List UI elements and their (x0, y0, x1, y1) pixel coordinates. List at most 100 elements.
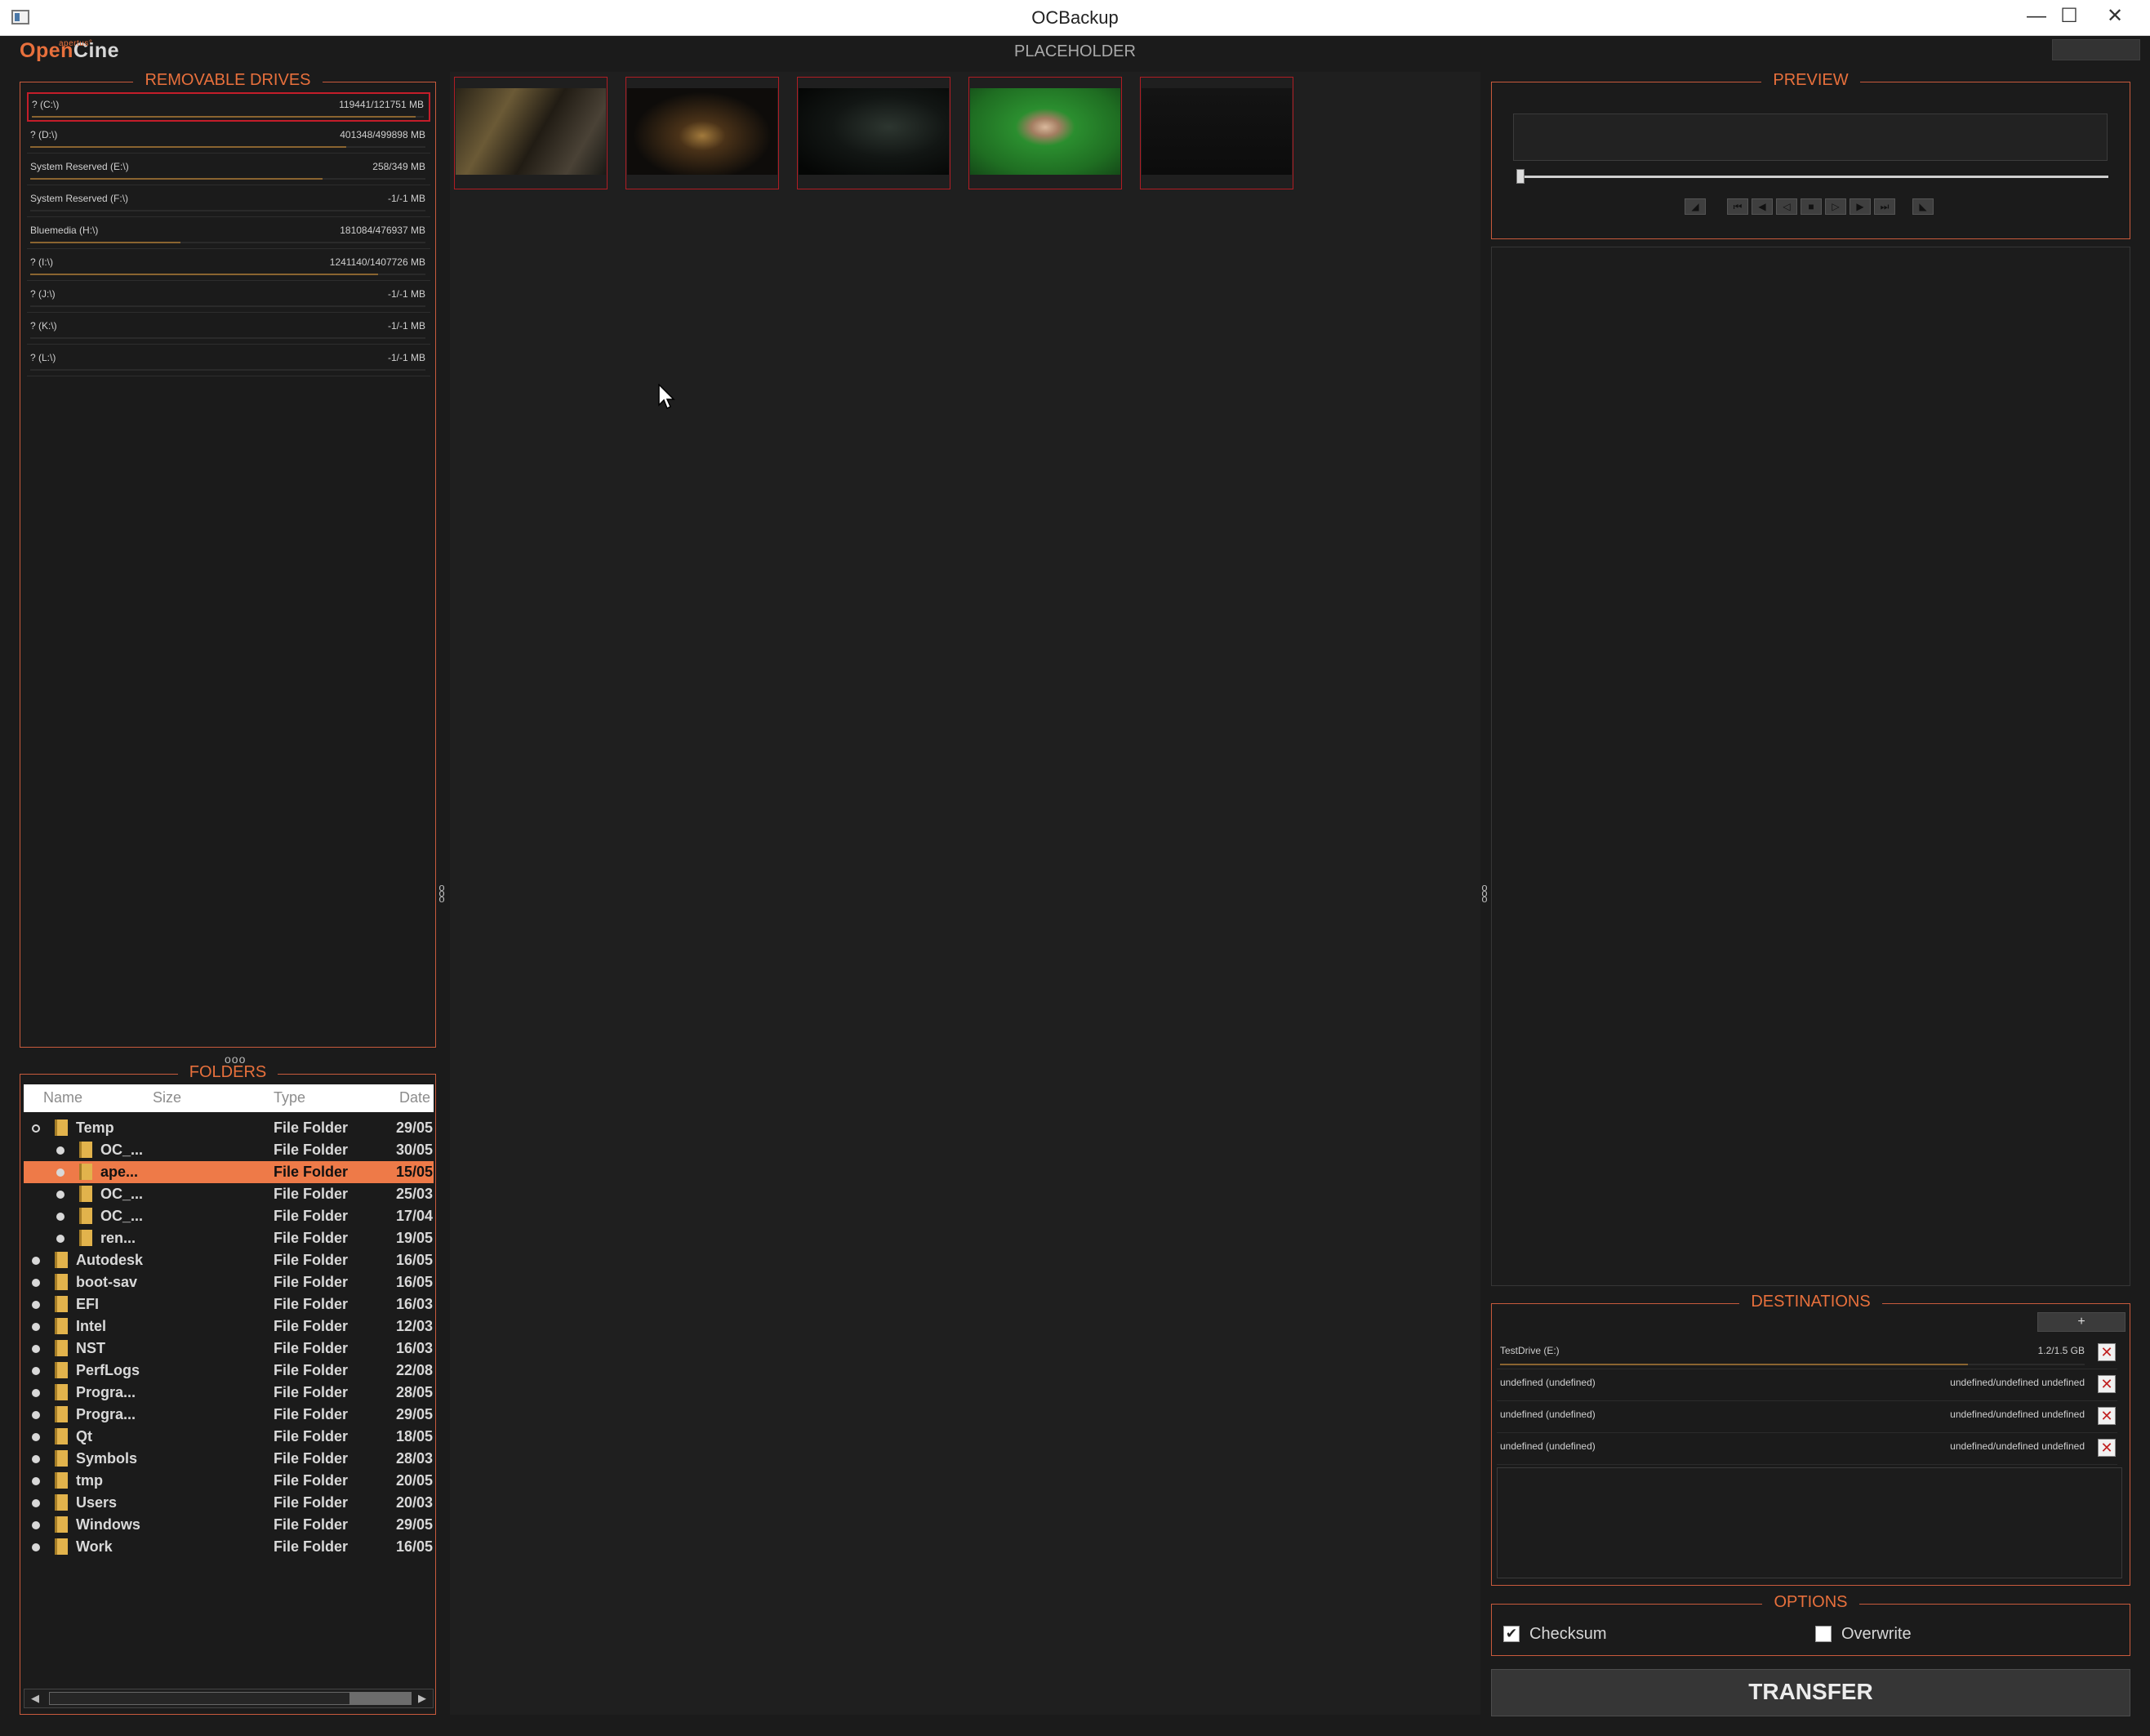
left-splitter-handle[interactable]: ooo (437, 882, 447, 904)
tree-toggle-icon[interactable] (56, 1146, 65, 1155)
folder-row[interactable]: Intel File Folder 12/03 (24, 1315, 434, 1338)
tree-toggle-icon[interactable] (32, 1301, 40, 1309)
scroll-track[interactable] (49, 1692, 372, 1705)
tree-toggle-icon[interactable] (32, 1543, 40, 1551)
drive-item[interactable]: ? (I:\) 1241140/1407726 MB (27, 251, 430, 281)
folder-date: 30/05 (396, 1142, 434, 1158)
drive-size: 258/349 MB (372, 161, 425, 172)
tree-toggle-icon[interactable] (32, 1389, 40, 1397)
tree-toggle-icon[interactable] (32, 1411, 40, 1419)
drive-item[interactable]: ? (J:\) -1/-1 MB (27, 283, 430, 313)
folder-icon (55, 1119, 68, 1136)
folder-row[interactable]: ren... File Folder 19/05 (24, 1227, 434, 1249)
tree-toggle-icon[interactable] (32, 1367, 40, 1375)
remove-destination-icon[interactable]: ✕ (2098, 1407, 2116, 1425)
drive-item[interactable]: ? (K:\) -1/-1 MB (27, 315, 430, 345)
right-splitter-handle[interactable]: ooo (1480, 882, 1489, 904)
seek-handle[interactable] (1516, 169, 1525, 184)
folder-row[interactable]: Temp File Folder 29/05 (24, 1117, 434, 1139)
tree-toggle-icon[interactable] (32, 1257, 40, 1265)
folder-date: 29/05 (396, 1119, 434, 1136)
tree-toggle-icon[interactable] (32, 1279, 40, 1287)
step-forward-icon[interactable]: ▶ (1850, 198, 1871, 215)
destination-item[interactable]: undefined (undefined) undefined/undefined… (1497, 1404, 2117, 1433)
tree-toggle-icon[interactable] (32, 1345, 40, 1353)
column-size[interactable]: Size (153, 1089, 181, 1106)
skip-end-icon[interactable]: ⏭ (1874, 198, 1895, 215)
stop-icon[interactable]: ■ (1801, 198, 1822, 215)
scroll-thumb[interactable] (349, 1692, 412, 1705)
folder-row[interactable]: Progra... File Folder 29/05 (24, 1404, 434, 1426)
folder-row[interactable]: Qt File Folder 18/05 (24, 1426, 434, 1448)
destination-size: undefined/undefined undefined (1950, 1440, 2085, 1452)
folder-row[interactable]: Autodesk File Folder 16/05 (24, 1249, 434, 1271)
remove-destination-icon[interactable]: ✕ (2098, 1375, 2116, 1393)
folder-row[interactable]: EFI File Folder 16/03 (24, 1293, 434, 1315)
drive-item[interactable]: ? (C:\) 119441/121751 MB (27, 92, 430, 122)
drive-item[interactable]: ? (L:\) -1/-1 MB (27, 347, 430, 376)
destination-item[interactable]: undefined (undefined) undefined/undefined… (1497, 1372, 2117, 1401)
clip-thumbnail[interactable] (968, 77, 1122, 189)
folder-row[interactable]: Progra... File Folder 28/05 (24, 1382, 434, 1404)
play-reverse-icon[interactable]: ◁ (1776, 198, 1797, 215)
folder-row[interactable]: Users File Folder 20/03 (24, 1492, 434, 1514)
tree-toggle-icon[interactable] (32, 1433, 40, 1441)
folder-row[interactable]: OC_... File Folder 30/05 (24, 1139, 434, 1161)
tree-toggle-icon[interactable] (56, 1168, 65, 1177)
folder-row[interactable]: Symbols File Folder 28/03 (24, 1448, 434, 1470)
destination-item[interactable]: TestDrive (E:) 1.2/1.5 GB ✕ (1497, 1340, 2117, 1369)
checksum-checkbox[interactable]: ✔ (1503, 1626, 1520, 1642)
add-destination-button[interactable]: + (2037, 1312, 2126, 1332)
skip-start-icon[interactable]: ⏮ (1727, 198, 1748, 215)
preview-seek-bar[interactable] (1516, 176, 2108, 178)
drive-item[interactable]: System Reserved (F:\) -1/-1 MB (27, 188, 430, 217)
tree-toggle-icon[interactable] (32, 1323, 40, 1331)
folder-row[interactable]: Windows File Folder 29/05 (24, 1514, 434, 1536)
tree-toggle-icon[interactable] (56, 1235, 65, 1243)
clip-thumbnail[interactable] (1140, 77, 1293, 189)
tree-toggle-icon[interactable] (56, 1191, 65, 1199)
folder-row[interactable]: tmp File Folder 20/05 (24, 1470, 434, 1492)
drive-item[interactable]: Bluemedia (H:\) 181084/476937 MB (27, 220, 430, 249)
maximize-button[interactable]: ☐ (2051, 0, 2087, 33)
clip-thumbnail[interactable] (454, 77, 608, 189)
folder-row[interactable]: OC_... File Folder 17/04 (24, 1205, 434, 1227)
folder-row[interactable]: Work File Folder 16/05 (24, 1536, 434, 1558)
folder-row[interactable]: ape... File Folder 15/05 (24, 1161, 434, 1183)
transfer-button[interactable]: TRANSFER (1491, 1669, 2130, 1716)
clip-thumbnail[interactable] (797, 77, 950, 189)
tree-toggle-icon[interactable] (32, 1124, 40, 1133)
mark-in-icon[interactable]: ◢ (1685, 198, 1706, 215)
scroll-left-icon[interactable]: ◀ (28, 1691, 42, 1706)
header-menu-button[interactable] (2052, 39, 2140, 60)
thumbnail-image (456, 88, 606, 175)
column-type[interactable]: Type (274, 1089, 305, 1106)
remove-destination-icon[interactable]: ✕ (2098, 1439, 2116, 1457)
drive-item[interactable]: System Reserved (E:\) 258/349 MB (27, 156, 430, 185)
column-name[interactable]: Name (43, 1089, 82, 1106)
mark-out-icon[interactable]: ◣ (1912, 198, 1934, 215)
folder-row[interactable]: NST File Folder 16/03 (24, 1338, 434, 1360)
remove-destination-icon[interactable]: ✕ (2098, 1343, 2116, 1361)
tree-toggle-icon[interactable] (32, 1499, 40, 1507)
minimize-button[interactable]: — (2019, 0, 2054, 33)
destination-item[interactable]: undefined (undefined) undefined/undefined… (1497, 1436, 2117, 1465)
folder-row[interactable]: PerfLogs File Folder 22/08 (24, 1360, 434, 1382)
folder-row[interactable]: OC_... File Folder 25/03 (24, 1183, 434, 1205)
clip-thumbnail[interactable] (625, 77, 779, 189)
play-icon[interactable]: ▷ (1825, 198, 1846, 215)
step-back-icon[interactable]: ◀ (1752, 198, 1773, 215)
horizontal-scrollbar[interactable]: ◀ ▶ (24, 1689, 434, 1708)
close-button[interactable]: ✕ (2095, 0, 2134, 33)
scroll-right-icon[interactable]: ▶ (415, 1691, 430, 1706)
folders-title-wrap: FOLDERS (20, 1063, 435, 1082)
overwrite-checkbox[interactable] (1815, 1626, 1832, 1642)
tree-toggle-icon[interactable] (32, 1521, 40, 1529)
column-date[interactable]: Date (399, 1089, 430, 1106)
tree-toggle-icon[interactable] (32, 1455, 40, 1463)
tree-toggle-icon[interactable] (56, 1213, 65, 1221)
folder-row[interactable]: boot-sav File Folder 16/05 (24, 1271, 434, 1293)
tree-toggle-icon[interactable] (32, 1477, 40, 1485)
drive-item[interactable]: ? (D:\) 401348/499898 MB (27, 124, 430, 154)
folder-name: PerfLogs (76, 1362, 140, 1378)
